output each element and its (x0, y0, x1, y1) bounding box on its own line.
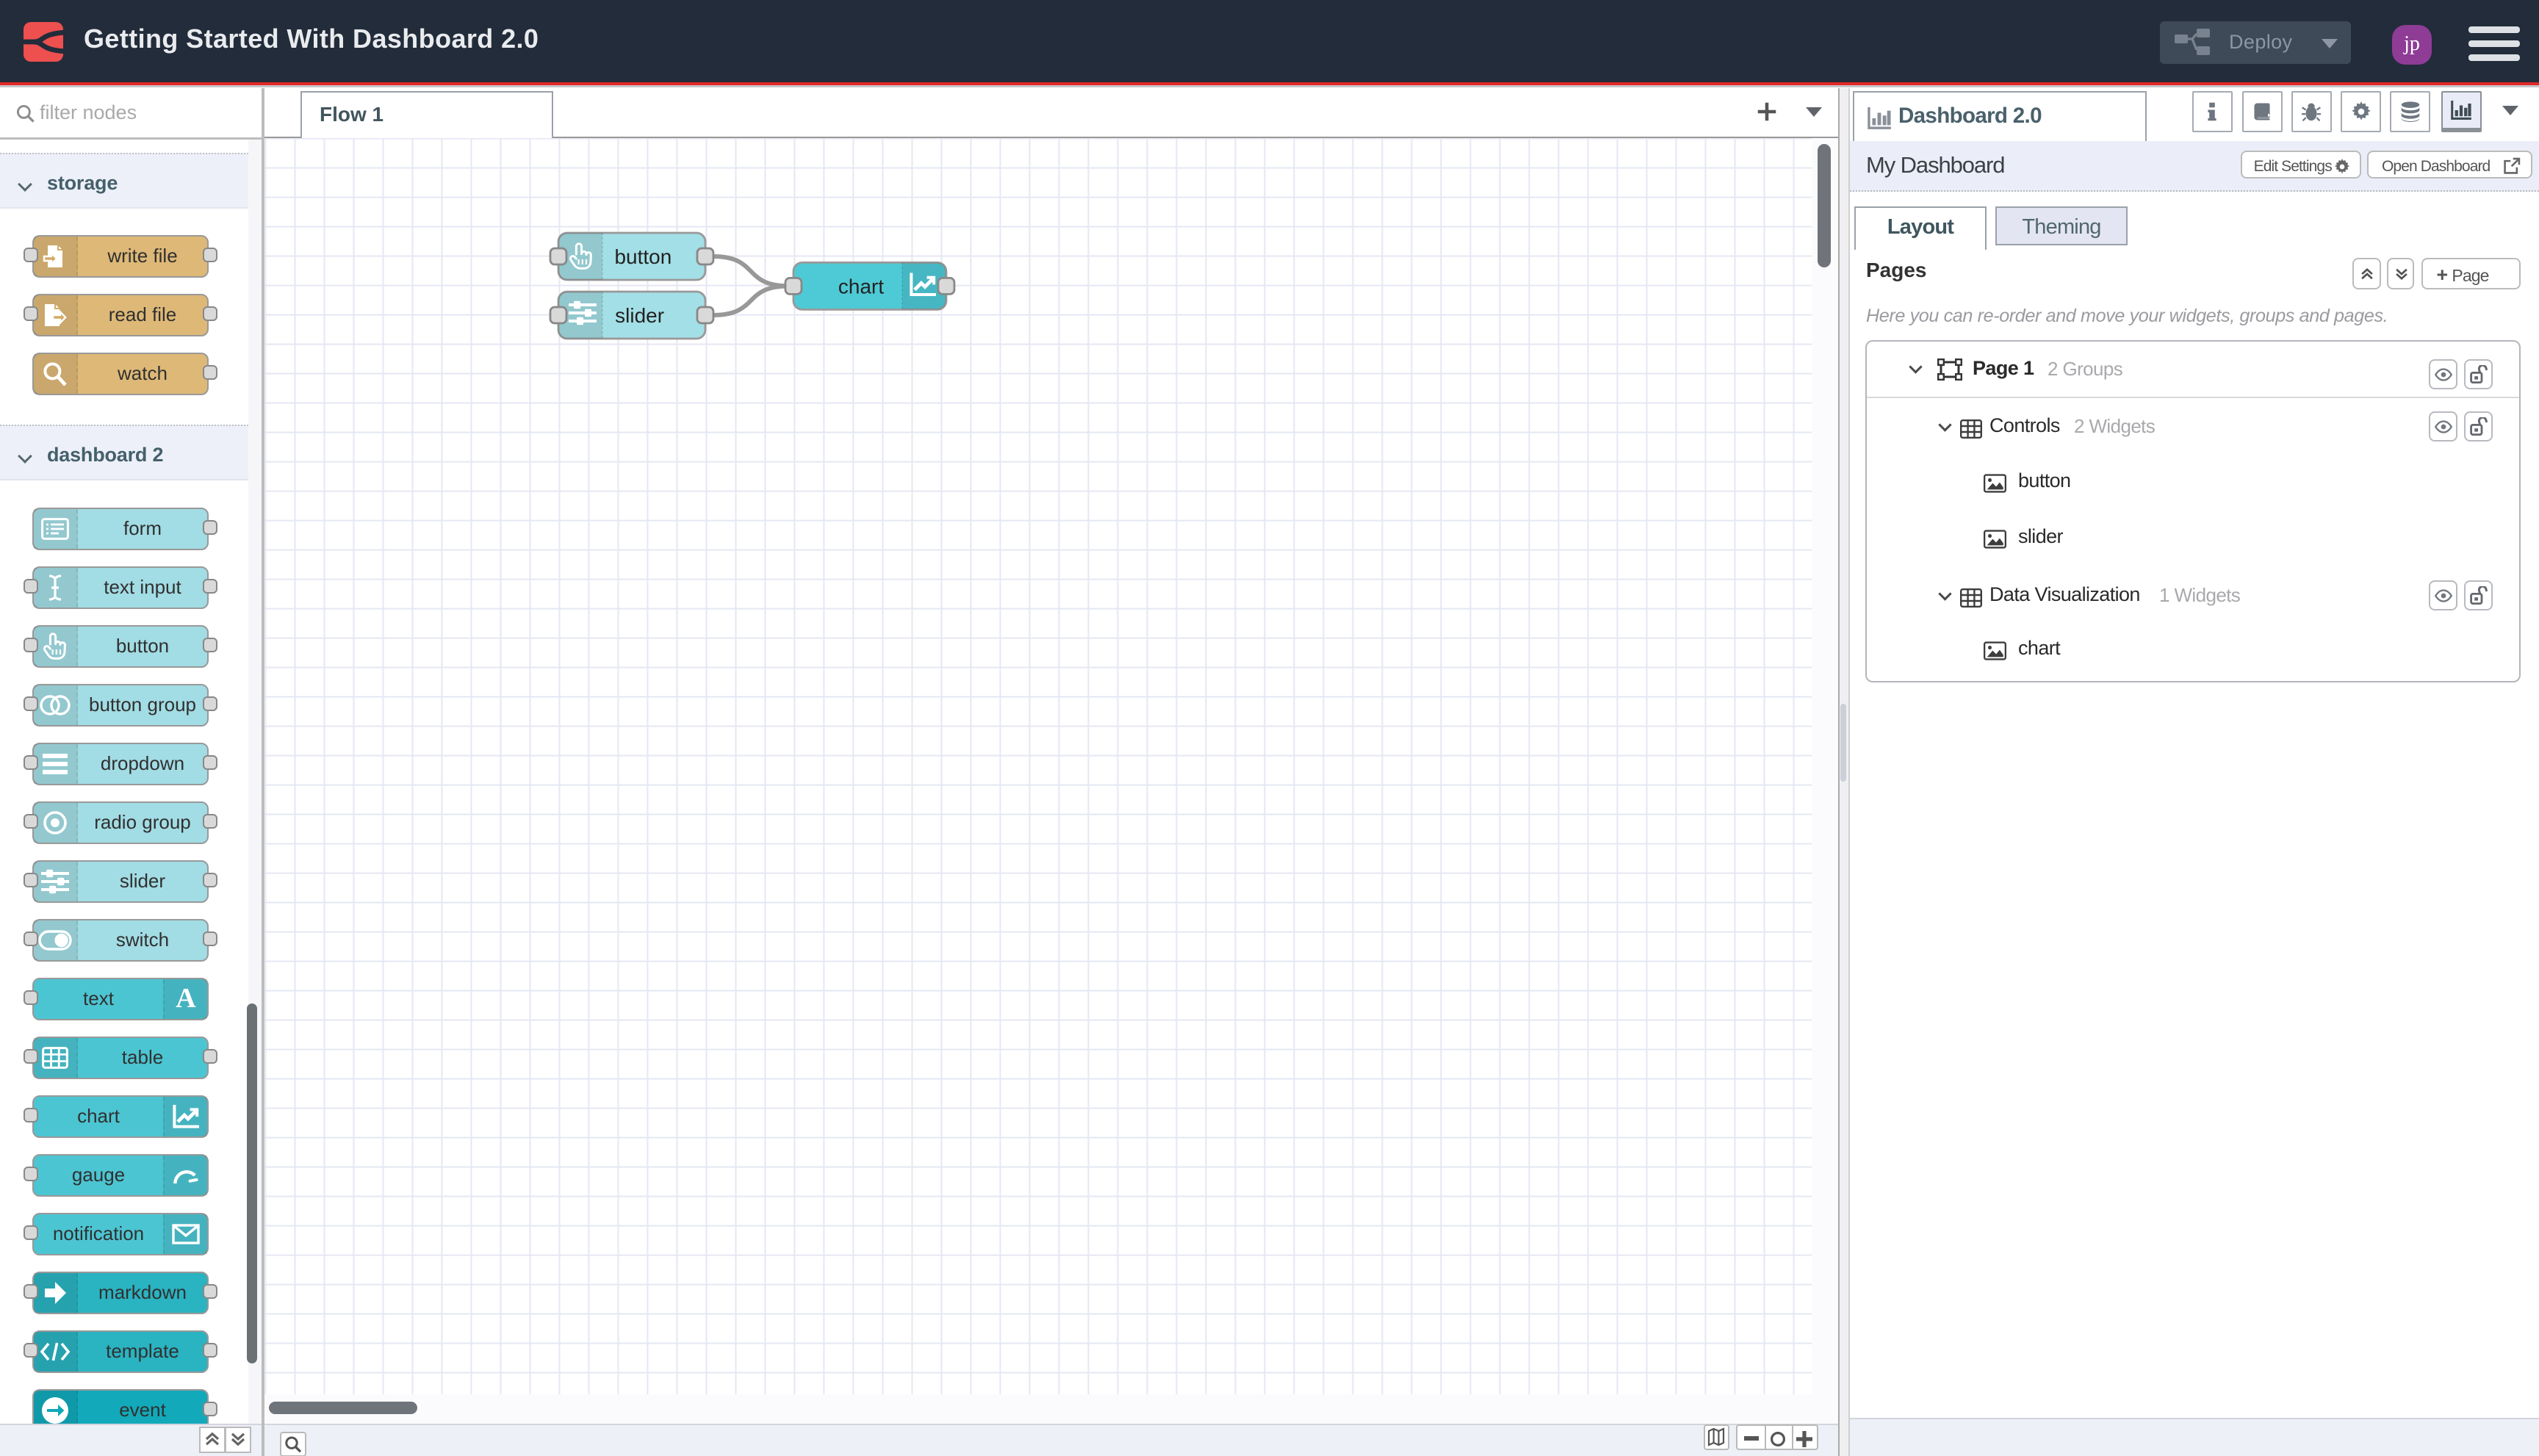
svg-text:button: button (614, 245, 671, 268)
svg-text:chart: chart (838, 275, 884, 298)
svg-text:slider: slider (615, 304, 664, 327)
